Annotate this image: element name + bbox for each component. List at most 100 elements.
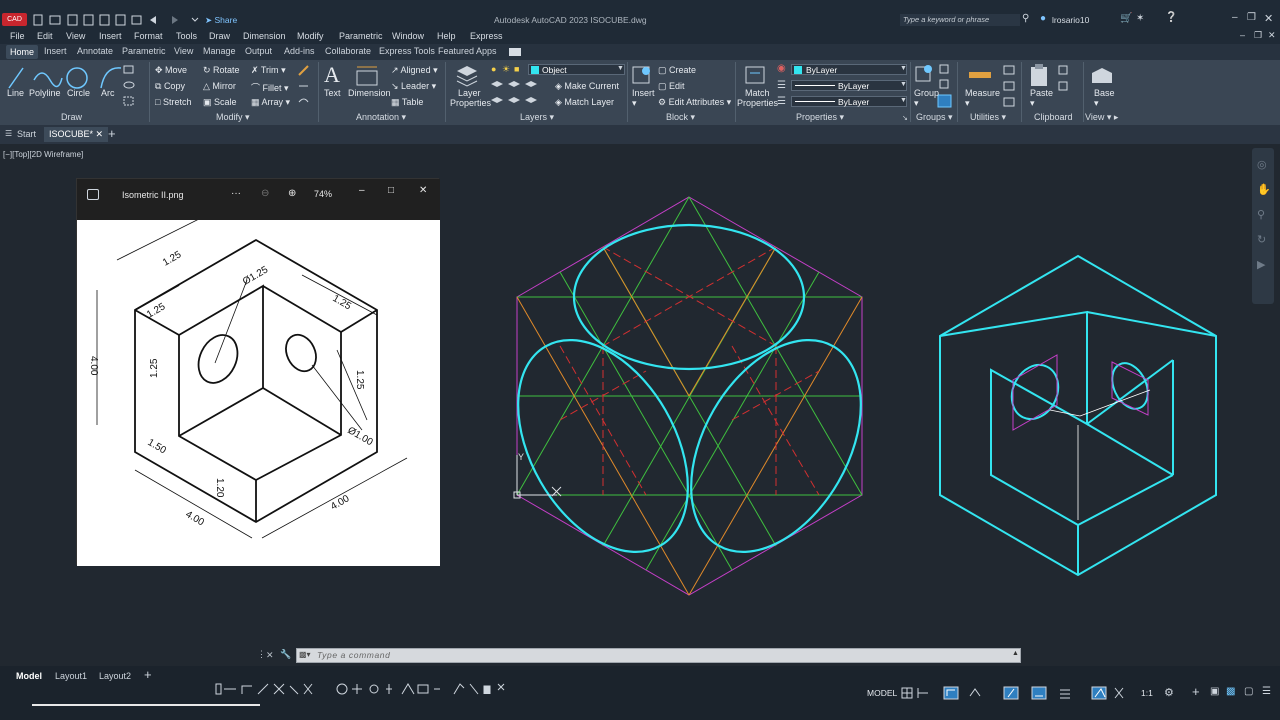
polyline-button[interactable]: Polyline <box>29 88 61 98</box>
navigation-bar[interactable]: ◎ ✋ ⚲ ↻ ▶ <box>1252 148 1274 304</box>
command-line[interactable]: ▩▾ Type a command ▲ <box>296 648 1021 663</box>
linetype-dropdown[interactable]: ByLayer ▼ <box>791 80 907 91</box>
menu-draw[interactable]: Draw <box>209 31 230 41</box>
tabs-menu-icon[interactable]: ☰ <box>5 129 12 138</box>
tab-output[interactable]: Output <box>245 46 272 56</box>
share-button[interactable]: ➤ Share <box>205 15 237 26</box>
modify-panel-title[interactable]: Modify ▾ <box>216 112 250 123</box>
scale-button[interactable]: ▣ Scale <box>203 97 237 108</box>
menu-parametric[interactable]: Parametric <box>339 31 383 41</box>
match-properties-button-1[interactable]: Match <box>745 88 770 98</box>
exchange-icon[interactable]: ✶ <box>1136 13 1144 24</box>
search-input[interactable]: Type a keyword or phrase <box>903 15 989 24</box>
doc-restore-icon[interactable]: ❐ <box>1254 30 1262 41</box>
group-button[interactable]: Group ▾ <box>914 88 939 109</box>
table-button[interactable]: ▦ Table <box>391 97 423 108</box>
orbit-icon[interactable]: ↻ <box>1257 233 1266 246</box>
properties-panel-title[interactable]: Properties ▾ <box>796 112 844 123</box>
color-dropdown[interactable]: ByLayer ▼ <box>791 64 907 75</box>
command-input[interactable]: Type a command <box>317 650 390 660</box>
utilities-panel-title[interactable]: Utilities ▾ <box>970 112 1006 123</box>
cmdline-history-icon[interactable]: ▲ <box>1012 650 1019 657</box>
menu-window[interactable]: Window <box>392 31 424 41</box>
view-panel-title[interactable]: View ▾ ▸ <box>1085 112 1118 123</box>
aligned-button[interactable]: ↗ Aligned ▾ <box>391 65 438 76</box>
search-box[interactable]: Type a keyword or phrase <box>900 14 1020 26</box>
lineweight-dropdown[interactable]: ByLayer ▼ <box>791 96 907 107</box>
tab-collaborate[interactable]: Collaborate <box>325 46 371 56</box>
circle-button[interactable]: Circle <box>67 88 90 98</box>
menu-edit[interactable]: Edit <box>37 31 53 41</box>
arc-button[interactable]: Arc <box>101 88 115 98</box>
tab-featured-apps[interactable]: Featured Apps <box>438 46 497 56</box>
pan-icon[interactable]: ✋ <box>1257 183 1271 196</box>
tab-home[interactable]: Home <box>6 45 39 59</box>
layer-properties-button-2[interactable]: Properties <box>450 98 491 108</box>
zoom-in-icon[interactable]: ⊕ <box>288 188 296 199</box>
tab-manage[interactable]: Manage <box>203 46 236 56</box>
menu-tools[interactable]: Tools <box>176 31 197 41</box>
draw-panel-title[interactable]: Draw <box>61 112 82 122</box>
showmotion-icon[interactable]: ▶ <box>1257 258 1265 271</box>
modify-small-icons[interactable] <box>297 64 311 108</box>
tab-start[interactable]: Start <box>17 129 36 139</box>
edit-attributes-button[interactable]: ⚙ Edit Attributes ▾ <box>658 97 731 108</box>
menu-insert[interactable]: Insert <box>99 31 122 41</box>
menu-dimension[interactable]: Dimension <box>243 31 286 41</box>
tab-addins[interactable]: Add-ins <box>284 46 315 56</box>
cmdline-close-icon[interactable]: ✕ <box>266 650 274 661</box>
menu-format[interactable]: Format <box>134 31 163 41</box>
groups-panel-title[interactable]: Groups ▾ <box>916 112 953 123</box>
workspace-gear-icon[interactable]: ⚙ <box>1164 686 1174 699</box>
layer-properties-button-1[interactable]: Layer <box>458 88 481 98</box>
menu-file[interactable]: File <box>10 31 25 41</box>
viewer-maximize-icon[interactable]: □ <box>388 185 394 196</box>
tab-view[interactable]: View <box>174 46 193 56</box>
make-current-button[interactable]: ◈ Make Current <box>555 81 619 92</box>
paste-button[interactable]: Paste ▾ <box>1030 88 1053 109</box>
insert-button[interactable]: Insert ▾ <box>632 88 655 109</box>
performance-icon[interactable]: ▩ <box>1226 686 1235 697</box>
viewer-titlebar[interactable]: Isometric II.png ··· ⊖ ⊕ 74% – □ ✕ <box>77 179 440 220</box>
tab-layout2[interactable]: Layout2 <box>99 671 131 681</box>
properties-launcher-icon[interactable]: ↘ <box>902 114 908 122</box>
text-button[interactable]: Text <box>324 88 341 98</box>
create-block-button[interactable]: ▢ Create <box>658 65 696 76</box>
drafting-toolbar[interactable] <box>214 682 514 696</box>
match-layer-button[interactable]: ◈ Match Layer <box>555 97 614 108</box>
zoom-level[interactable]: 74% <box>314 189 332 199</box>
dimension-button[interactable]: Dimension <box>348 88 391 98</box>
clean-screen-icon[interactable]: ▢ <box>1244 686 1253 697</box>
layer-tool-icons[interactable] <box>490 80 550 108</box>
trim-button[interactable]: ✗ Trim ▾ <box>251 65 286 76</box>
cart-icon[interactable]: 🛒 <box>1120 13 1132 24</box>
array-button[interactable]: ▦ Array ▾ <box>251 97 290 108</box>
user-icon[interactable]: ● <box>1040 13 1046 24</box>
mirror-button[interactable]: △ Mirror <box>203 81 236 92</box>
menu-modify[interactable]: Modify <box>297 31 324 41</box>
line-button[interactable]: Line <box>7 88 24 98</box>
doc-minimize-icon[interactable]: – <box>1240 30 1245 40</box>
viewer-minimize-icon[interactable]: – <box>359 185 365 196</box>
clipboard-small-icons[interactable] <box>1058 64 1080 94</box>
leader-button[interactable]: ↘ Leader ▾ <box>391 81 436 92</box>
zoom-extents-icon[interactable]: ⚲ <box>1257 208 1265 221</box>
add-icon[interactable]: + <box>1192 684 1200 699</box>
edit-block-button[interactable]: ▢ Edit <box>658 81 685 92</box>
block-panel-title[interactable]: Block ▾ <box>666 112 695 123</box>
cmdline-grip-icon[interactable]: ⋮ <box>257 649 266 660</box>
clipboard-panel-title[interactable]: Clipboard <box>1034 112 1073 122</box>
close-icon[interactable]: ✕ <box>1264 12 1273 25</box>
ribbon-toggle-icon[interactable] <box>509 48 521 56</box>
match-properties-button-2[interactable]: Properties <box>737 98 778 108</box>
measure-button[interactable]: Measure ▾ <box>965 88 1000 109</box>
restore-icon[interactable]: ❐ <box>1247 12 1256 23</box>
app-menu-button[interactable]: CAD <box>2 13 27 26</box>
annotation-panel-title[interactable]: Annotation ▾ <box>356 112 406 123</box>
layer-dropdown[interactable]: Object ▼ <box>528 64 625 75</box>
menu-view[interactable]: View <box>66 31 85 41</box>
tab-layout1[interactable]: Layout1 <box>55 671 87 681</box>
menu-express[interactable]: Express <box>470 31 503 41</box>
stretch-button[interactable]: □ Stretch <box>155 97 191 107</box>
quick-access-toolbar[interactable] <box>32 13 202 27</box>
